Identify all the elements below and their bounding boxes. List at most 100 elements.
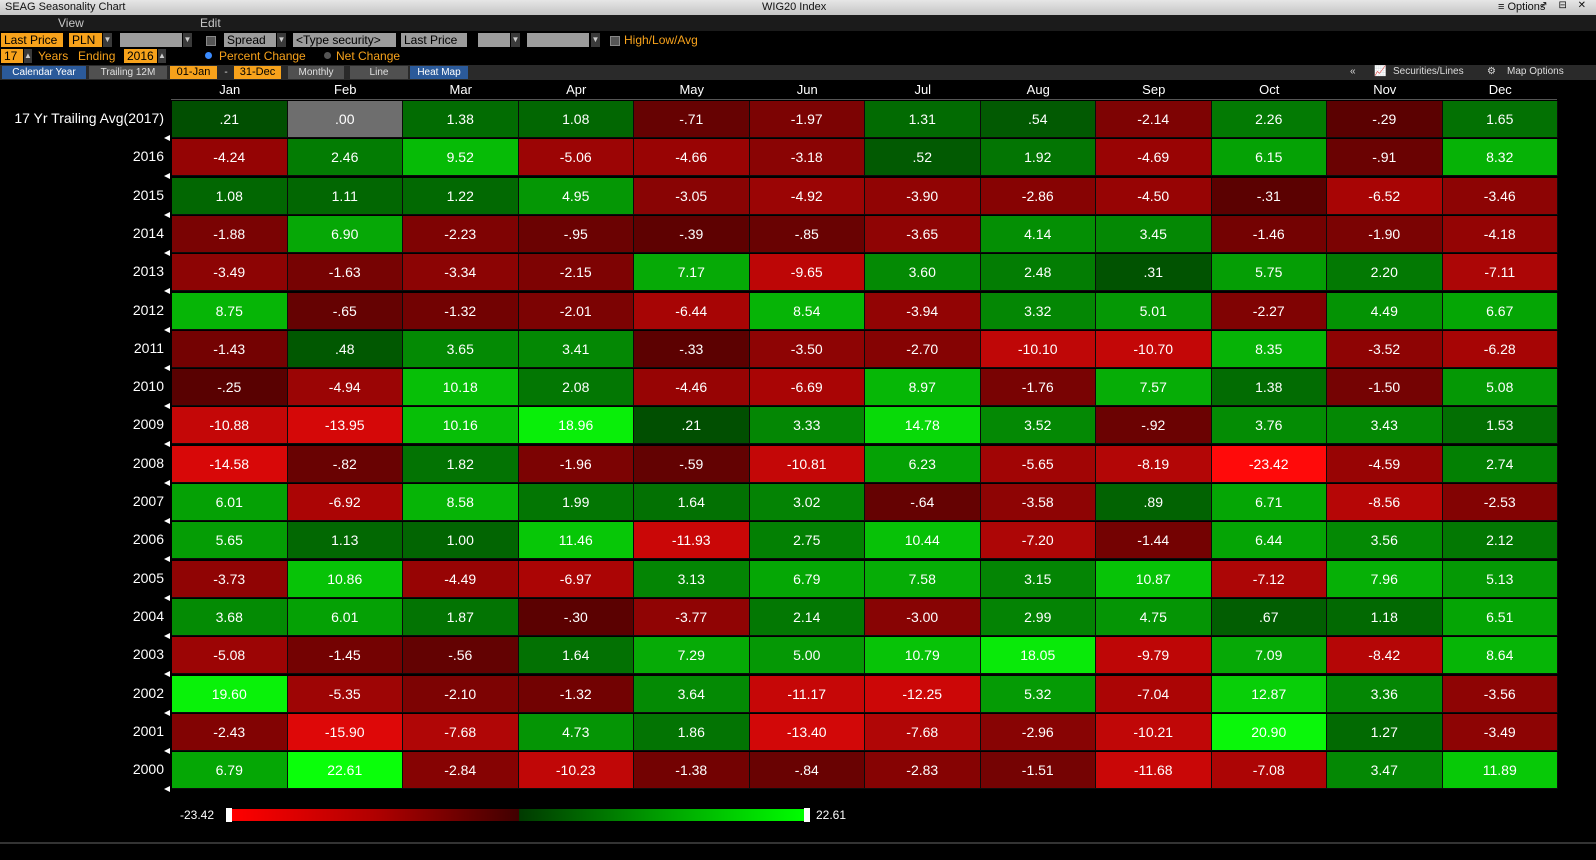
heat-cell[interactable]: -1.96 <box>518 445 634 483</box>
heat-cell[interactable]: -7.12 <box>1211 560 1327 598</box>
heat-cell[interactable]: -5.35 <box>287 675 403 713</box>
heat-cell[interactable]: 7.09 <box>1211 637 1327 675</box>
heat-cell[interactable]: .00 <box>287 101 403 138</box>
heat-cell[interactable]: -3.77 <box>634 598 750 636</box>
heat-cell[interactable]: -1.51 <box>980 752 1096 790</box>
heat-cell[interactable]: -4.18 <box>1442 215 1558 253</box>
heat-cell[interactable]: .52 <box>865 139 981 177</box>
heat-cell[interactable]: 12.87 <box>1211 675 1327 713</box>
heat-cell[interactable]: -.84 <box>749 752 865 790</box>
spread-selector[interactable]: Spread <box>224 33 276 47</box>
heat-cell[interactable]: 6.01 <box>172 484 288 521</box>
heat-cell[interactable]: 1.31 <box>865 101 981 138</box>
heat-cell[interactable]: 10.79 <box>865 637 981 675</box>
heat-cell[interactable]: 3.36 <box>1327 675 1443 713</box>
heat-cell[interactable]: -.56 <box>403 637 519 675</box>
heat-cell[interactable]: -2.10 <box>403 675 519 713</box>
heat-cell[interactable]: 3.43 <box>1327 407 1443 445</box>
heat-cell[interactable]: 3.41 <box>518 330 634 368</box>
chart-icon[interactable]: 📈 <box>1374 66 1386 77</box>
tab-calendar-year[interactable]: Calendar Year <box>2 66 86 79</box>
heat-cell[interactable]: -10.88 <box>172 407 288 445</box>
heat-cell[interactable]: 8.75 <box>172 292 288 330</box>
heat-cell[interactable]: -1.32 <box>518 675 634 713</box>
heat-cell[interactable]: 8.54 <box>749 292 865 330</box>
heat-cell[interactable]: 2.12 <box>1442 522 1558 560</box>
heat-cell[interactable]: -3.46 <box>1442 177 1558 215</box>
heat-cell[interactable]: 2.99 <box>980 598 1096 636</box>
heat-cell[interactable]: 2.48 <box>980 254 1096 292</box>
heat-cell[interactable]: -3.50 <box>749 330 865 368</box>
heat-cell[interactable]: -5.06 <box>518 139 634 177</box>
heat-cell[interactable]: 1.18 <box>1327 598 1443 636</box>
dropdown-icon-2[interactable]: ▼ <box>511 33 520 47</box>
heat-cell[interactable]: -8.56 <box>1327 484 1443 521</box>
heat-cell[interactable]: 11.46 <box>518 522 634 560</box>
heat-cell[interactable]: 18.96 <box>518 407 634 445</box>
heat-cell[interactable]: 22.61 <box>287 752 403 790</box>
heat-cell[interactable]: -13.95 <box>287 407 403 445</box>
heat-cell[interactable]: -.85 <box>749 215 865 253</box>
heat-cell[interactable]: 1.38 <box>1211 369 1327 407</box>
heat-cell[interactable]: 6.01 <box>287 598 403 636</box>
heat-cell[interactable]: 4.75 <box>1096 598 1212 636</box>
heat-cell[interactable]: -.64 <box>865 484 981 521</box>
heat-cell[interactable]: -2.96 <box>980 713 1096 751</box>
heat-cell[interactable]: -.59 <box>634 445 750 483</box>
heat-cell[interactable]: .21 <box>172 101 288 138</box>
heat-cell[interactable]: 10.44 <box>865 522 981 560</box>
years-input[interactable]: 17 <box>1 49 23 63</box>
heat-cell[interactable]: -4.49 <box>403 560 519 598</box>
heat-cell[interactable]: -4.94 <box>287 369 403 407</box>
heat-cell[interactable]: -11.17 <box>749 675 865 713</box>
heat-cell[interactable]: -4.59 <box>1327 445 1443 483</box>
spread-dropdown-icon[interactable]: ▼ <box>277 33 286 47</box>
heat-cell[interactable]: 3.52 <box>980 407 1096 445</box>
heat-cell[interactable]: 5.00 <box>749 637 865 675</box>
heat-cell[interactable]: 10.18 <box>403 369 519 407</box>
heat-cell[interactable]: -1.45 <box>287 637 403 675</box>
heat-cell[interactable]: -3.05 <box>634 177 750 215</box>
heat-cell[interactable]: 6.90 <box>287 215 403 253</box>
heat-cell[interactable]: -.95 <box>518 215 634 253</box>
tab-heat-map[interactable]: Heat Map <box>410 66 468 79</box>
heat-cell[interactable]: -7.68 <box>865 713 981 751</box>
heat-cell[interactable]: 1.00 <box>403 522 519 560</box>
heat-cell[interactable]: -9.79 <box>1096 637 1212 675</box>
heat-cell[interactable]: 4.14 <box>980 215 1096 253</box>
net-change-radio[interactable] <box>324 52 331 59</box>
tab-line[interactable]: Line <box>350 66 408 79</box>
heat-cell[interactable]: 2.14 <box>749 598 865 636</box>
options-menu[interactable]: ≡ Options <box>1498 1 1545 13</box>
heat-cell[interactable]: 5.32 <box>980 675 1096 713</box>
heat-cell[interactable]: -2.14 <box>1096 101 1212 138</box>
window-buttons[interactable]: ↗ ⊟ ✕ <box>1539 0 1590 11</box>
heat-cell[interactable]: -.91 <box>1327 139 1443 177</box>
heat-cell[interactable]: 2.74 <box>1442 445 1558 483</box>
heat-cell[interactable]: 6.15 <box>1211 139 1327 177</box>
heat-cell[interactable]: -10.23 <box>518 752 634 790</box>
heat-cell[interactable]: 4.73 <box>518 713 634 751</box>
heat-cell[interactable]: 1.86 <box>634 713 750 751</box>
heat-cell[interactable]: 6.79 <box>172 752 288 790</box>
heat-cell[interactable]: 3.76 <box>1211 407 1327 445</box>
heat-cell[interactable]: -2.70 <box>865 330 981 368</box>
heat-cell[interactable]: -5.65 <box>980 445 1096 483</box>
gear-icon[interactable]: ⚙ <box>1487 66 1496 77</box>
heat-cell[interactable]: 9.52 <box>403 139 519 177</box>
heat-cell[interactable]: 19.60 <box>172 675 288 713</box>
menu-view[interactable]: View <box>58 16 84 30</box>
heat-cell[interactable]: -2.23 <box>403 215 519 253</box>
heat-cell[interactable]: -4.46 <box>634 369 750 407</box>
heat-cell[interactable]: -6.92 <box>287 484 403 521</box>
heat-cell[interactable]: -.65 <box>287 292 403 330</box>
heat-cell[interactable]: 6.79 <box>749 560 865 598</box>
ending-year-stepper-icon[interactable]: ▲ <box>158 49 166 63</box>
heat-cell[interactable]: 3.45 <box>1096 215 1212 253</box>
heat-cell[interactable]: 1.87 <box>403 598 519 636</box>
heat-cell[interactable]: 1.82 <box>403 445 519 483</box>
heat-cell[interactable]: 7.58 <box>865 560 981 598</box>
heat-cell[interactable]: 20.90 <box>1211 713 1327 751</box>
heat-cell[interactable]: -1.90 <box>1327 215 1443 253</box>
heat-cell[interactable]: 3.15 <box>980 560 1096 598</box>
